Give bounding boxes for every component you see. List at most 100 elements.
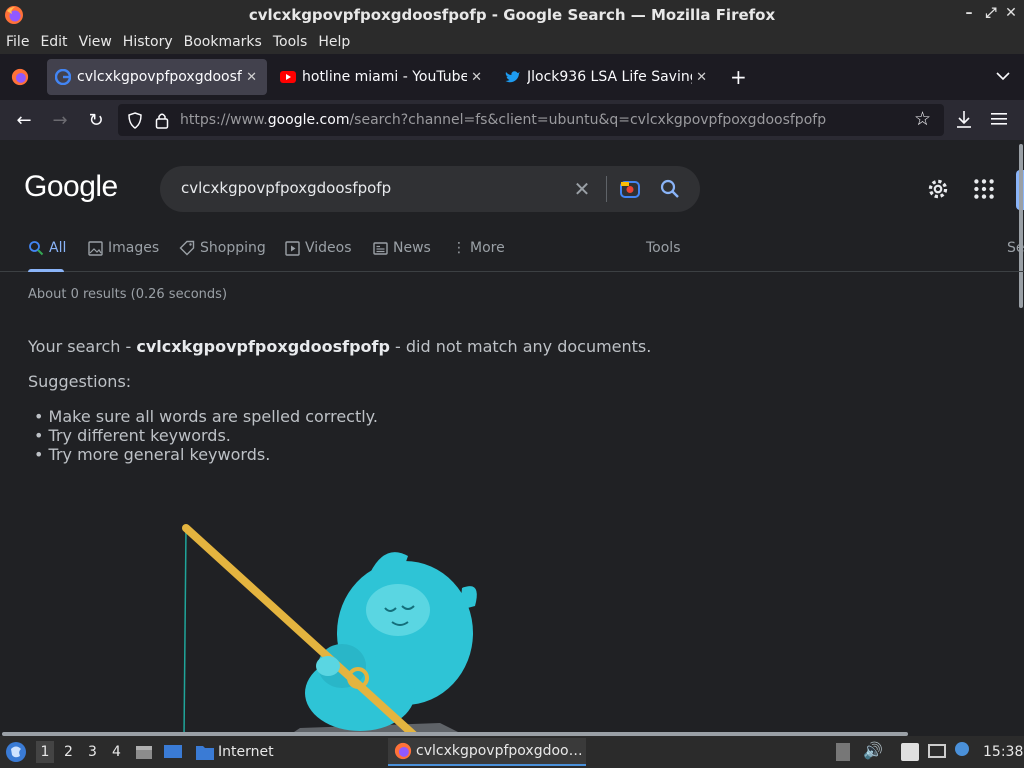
desktop-icon[interactable] xyxy=(163,744,183,760)
menu-bookmarks[interactable]: Bookmarks xyxy=(184,34,262,50)
bookmark-star-icon[interactable]: ☆ xyxy=(914,108,931,130)
list-all-tabs-icon[interactable] xyxy=(996,71,1010,81)
firefox-icon xyxy=(5,6,23,24)
url-bar[interactable]: https://www.google.com/search?channel=fs… xyxy=(118,104,944,136)
fishing-monster-illustration xyxy=(182,524,477,736)
suggestion-item: Try different keywords. xyxy=(34,426,378,445)
navigation-bar: ← → ↻ https://www.google.com/search?chan… xyxy=(0,100,1024,140)
start-menu-icon[interactable] xyxy=(5,741,27,763)
filter-videos[interactable]: Videos xyxy=(285,240,352,256)
active-filter-indicator xyxy=(28,269,64,272)
workspace-1[interactable]: 1 xyxy=(36,741,54,763)
suggestions-list: Make sure all words are spelled correctl… xyxy=(34,407,378,464)
firefox-icon xyxy=(394,742,412,760)
menu-tools[interactable]: Tools xyxy=(273,34,308,50)
close-icon[interactable]: ✕ xyxy=(1002,5,1020,21)
reload-icon[interactable]: ↻ xyxy=(84,108,108,132)
filter-shopping[interactable]: Shopping xyxy=(179,240,266,256)
youtube-icon xyxy=(280,71,296,83)
filter-label: Shopping xyxy=(200,240,266,256)
app-menu-icon[interactable] xyxy=(991,112,1007,126)
tag-icon xyxy=(179,240,195,256)
tab-youtube[interactable]: hotline miami - YouTube ✕ xyxy=(272,59,492,95)
twitter-icon xyxy=(505,71,520,83)
menu-view[interactable]: View xyxy=(79,34,112,50)
volume-icon[interactable]: 🔊 xyxy=(863,741,883,760)
workspace-2[interactable]: 2 xyxy=(64,744,73,760)
lock-icon[interactable] xyxy=(155,112,169,129)
search-input[interactable]: cvlcxkgpovpfpoxgdoosfpofp xyxy=(181,179,391,197)
workspace-4[interactable]: 4 xyxy=(112,744,121,760)
no-results-message: Your search - cvlcxkgpovpfpoxgdoosfpofp … xyxy=(28,337,651,356)
restore-icon[interactable]: ⤢ xyxy=(982,5,1000,21)
lens-camera-icon[interactable] xyxy=(618,177,642,201)
vertical-scrollbar[interactable] xyxy=(1019,144,1023,308)
tools-label: Tools xyxy=(646,240,681,256)
updates-icon[interactable] xyxy=(955,742,969,756)
tab-twitter[interactable]: Jlock936 LSA Life Saving ✕ xyxy=(497,59,717,95)
result-stats: About 0 results (0.26 seconds) xyxy=(28,287,228,302)
filter-label: Videos xyxy=(305,240,352,256)
tab-bar: cvlcxkgpovpfpoxgdoosfpofp - Google Searc… xyxy=(0,54,1024,100)
safesearch-button[interactable]: Se xyxy=(1007,240,1024,256)
close-tab-icon[interactable]: ✕ xyxy=(471,70,482,85)
search-filters: All Images Shopping Videos News ⋮ More T… xyxy=(0,236,1024,272)
filter-label: More xyxy=(470,240,505,256)
filter-images[interactable]: Images xyxy=(88,240,159,256)
clipboard-tray-icon[interactable] xyxy=(836,743,850,761)
tab-label: cvlcxkgpovpfpoxgdoosfpofp - Google Searc… xyxy=(77,69,242,85)
forward-icon[interactable]: → xyxy=(48,108,72,132)
downloads-icon[interactable] xyxy=(955,109,973,129)
filter-news[interactable]: News xyxy=(373,240,431,256)
search-icon xyxy=(29,241,44,256)
menu-file[interactable]: File xyxy=(6,34,29,50)
suggestions-title: Suggestions: xyxy=(28,372,132,391)
news-icon xyxy=(373,241,388,255)
close-tab-icon[interactable]: ✕ xyxy=(696,70,707,85)
workspace-3[interactable]: 3 xyxy=(88,744,97,760)
file-manager-icon[interactable] xyxy=(135,743,153,761)
no-match-suffix: - did not match any documents. xyxy=(389,337,652,356)
kebab-icon: ⋮ xyxy=(452,240,466,256)
new-tab-icon[interactable]: + xyxy=(730,65,747,89)
internet-launcher[interactable]: Internet xyxy=(218,744,274,760)
menu-help[interactable]: Help xyxy=(318,34,350,50)
no-match-prefix: Your search - xyxy=(28,337,137,356)
back-icon[interactable]: ← xyxy=(12,108,36,132)
window-titlebar: cvlcxkgpovpfpoxgdoosfpofp - Google Searc… xyxy=(0,0,1024,30)
page-content: Google cvlcxkgpovpfpoxgdoosfpofp ✕ All I… xyxy=(0,140,1024,736)
close-tab-icon[interactable]: ✕ xyxy=(246,70,257,85)
os-taskbar: 1 2 3 4 Internet cvlcxkgpovpfpoxgdoo… 🔊 … xyxy=(0,736,1024,768)
window-title: cvlcxkgpovpfpoxgdoosfpofp - Google Searc… xyxy=(248,6,776,24)
filter-more[interactable]: ⋮ More xyxy=(452,240,505,256)
tab-google-search[interactable]: cvlcxkgpovpfpoxgdoosfpofp - Google Searc… xyxy=(47,59,267,95)
menu-history[interactable]: History xyxy=(123,34,173,50)
notes-tray-icon[interactable] xyxy=(901,743,919,761)
tools-button[interactable]: Tools xyxy=(646,240,681,256)
url-text[interactable]: https://www.google.com/search?channel=fs… xyxy=(180,112,826,128)
play-icon xyxy=(285,240,300,256)
firefox-view-icon[interactable] xyxy=(11,68,29,86)
filter-all[interactable]: All xyxy=(28,240,66,256)
folder-icon xyxy=(196,746,214,760)
safesearch-label: Se xyxy=(1007,240,1024,256)
menubar: File Edit View History Bookmarks Tools H… xyxy=(0,30,1024,54)
image-icon xyxy=(88,240,103,256)
tracking-shield-icon[interactable] xyxy=(127,112,143,129)
taskbar-window-firefox[interactable]: cvlcxkgpovpfpoxgdoo… xyxy=(388,738,586,766)
settings-gear-icon[interactable] xyxy=(925,176,951,202)
google-logo[interactable]: Google xyxy=(24,170,118,204)
filter-label: All xyxy=(49,240,67,256)
clock: 15:38 xyxy=(983,744,1024,760)
minimize-icon[interactable]: – xyxy=(960,5,978,21)
google-apps-icon[interactable] xyxy=(971,176,997,202)
menu-edit[interactable]: Edit xyxy=(40,34,67,50)
tab-label: Jlock936 LSA Life Saving xyxy=(527,69,692,85)
search-submit-icon[interactable] xyxy=(658,177,682,201)
network-icon[interactable] xyxy=(928,744,946,758)
tab-label: hotline miami - YouTube xyxy=(302,69,467,85)
clear-search-icon[interactable]: ✕ xyxy=(570,177,594,201)
google-icon xyxy=(55,69,71,85)
url-host: google.com xyxy=(267,112,350,128)
search-box[interactable]: cvlcxkgpovpfpoxgdoosfpofp ✕ xyxy=(160,166,700,212)
